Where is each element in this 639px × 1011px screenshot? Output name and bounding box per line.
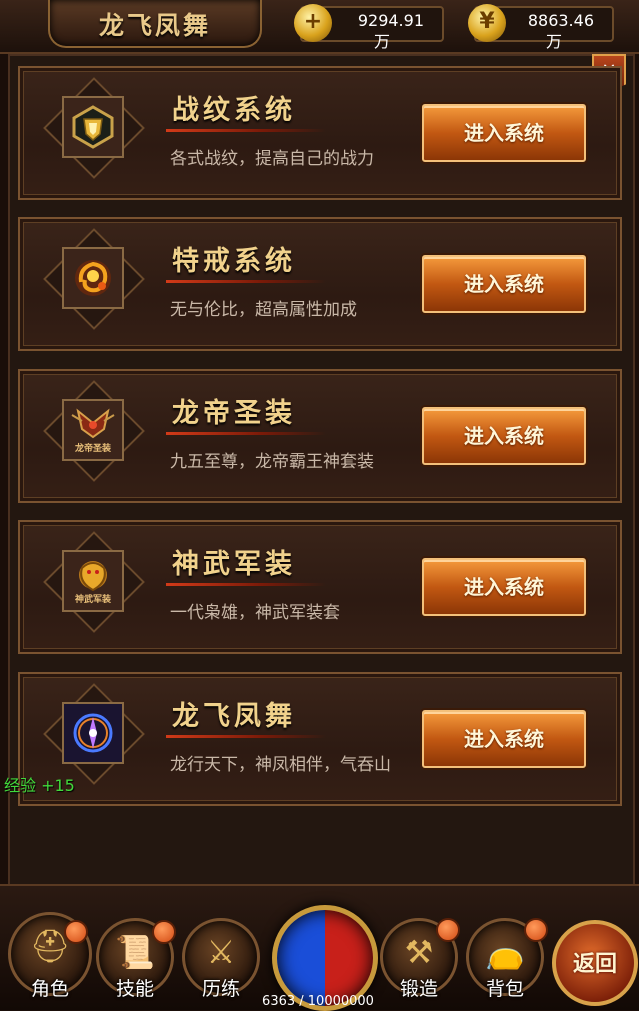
system-icon-frame [43,683,145,785]
title-underline [166,583,326,586]
notification-dot [152,920,176,944]
enter-system-button[interactable]: 进入系统 [422,255,586,313]
system-icon-frame [43,77,145,179]
system-name: 特戒系统 [172,246,296,277]
forge-label: 锻造 [399,978,438,1000]
system-desc: 九五至尊，龙帝霸王神套装 [170,452,374,472]
system-desc: 无与伦比，超高属性加成 [170,300,357,320]
gold-ingot-icon: ¥ [468,4,506,42]
system-icon-frame [43,228,145,330]
enter-system-button[interactable]: 进入系统 [422,407,586,465]
role-label: 角色 [30,978,69,1000]
gold-unit: 万 [374,32,391,51]
title-tab: 龙飞凤舞 [48,0,262,48]
ingot-resource: ¥ 8863.46 [468,4,614,42]
gold-resource: + 9294.91 [294,4,444,42]
gold-coin-icon: + [294,4,332,42]
title-underline [166,735,326,738]
system-card: 战纹系统 各式战纹，提高自己的战力 进入系统 [18,66,622,200]
ring-icon [75,260,111,296]
exp-gain-popup: 经验 +15 [4,776,75,795]
skill-label: 技能 [115,978,154,1000]
enter-system-button[interactable]: 进入系统 [422,710,586,768]
training-button[interactable]: ⚔ 历练 [182,918,260,1000]
notification-dot [64,920,88,944]
phoenix-icon [73,713,113,753]
system-card: 特戒系统 无与伦比，超高属性加成 进入系统 [18,217,622,351]
back-button[interactable]: 返回 [552,920,638,1006]
system-desc: 各式战纹，提高自己的战力 [170,149,374,169]
gold-value: 9294.91 [357,11,424,30]
title-underline [166,432,326,435]
system-icon-frame: 神武军装 [43,531,145,633]
system-desc: 龙行天下，神凤相伴，气吞山 [170,755,391,775]
system-card: 龙飞凤舞 龙行天下，神凤相伴，气吞山 进入系统 [18,672,622,806]
exp-progress-text: 6363 / 10000000 [262,994,374,1009]
system-name: 战纹系统 [172,95,296,126]
notification-dot [524,918,548,942]
back-label: 返回 [572,951,617,977]
war-armor-icon [79,560,107,591]
enter-system-button[interactable]: 进入系统 [422,104,586,162]
icon-caption: 神武军装 [74,594,111,605]
crossed-swords-icon: ⚔ [206,933,236,971]
shield-icon [72,105,114,149]
page-title: 龙飞凤舞 [98,11,211,40]
title-underline [166,280,326,283]
icon-caption: 龙帝圣装 [74,443,111,454]
system-name: 神武军装 [172,549,296,580]
system-icon-frame: 龙帝圣装 [43,380,145,482]
enter-system-button[interactable]: 进入系统 [422,558,586,616]
dragon-armor-icon [71,407,115,438]
system-card: 龙帝圣装 龙帝圣装 九五至尊，龙帝霸王神套装 进入系统 [18,369,622,503]
top-bar: 龙飞凤舞 + 9294.91 万 ¥ 8863.46 万 [0,0,639,54]
ingot-unit: 万 [546,32,563,51]
system-name: 龙帝圣装 [172,398,296,429]
title-underline [166,129,326,132]
system-name: 龙飞凤舞 [172,701,296,732]
system-desc: 一代枭雄，神武军装套 [170,603,340,623]
bag-label: 背包 [485,978,524,1000]
notification-dot [436,918,460,942]
training-label: 历练 [201,978,240,1000]
system-card: 神武军装 神武军装 一代枭雄，神武军装套 进入系统 [18,520,622,654]
